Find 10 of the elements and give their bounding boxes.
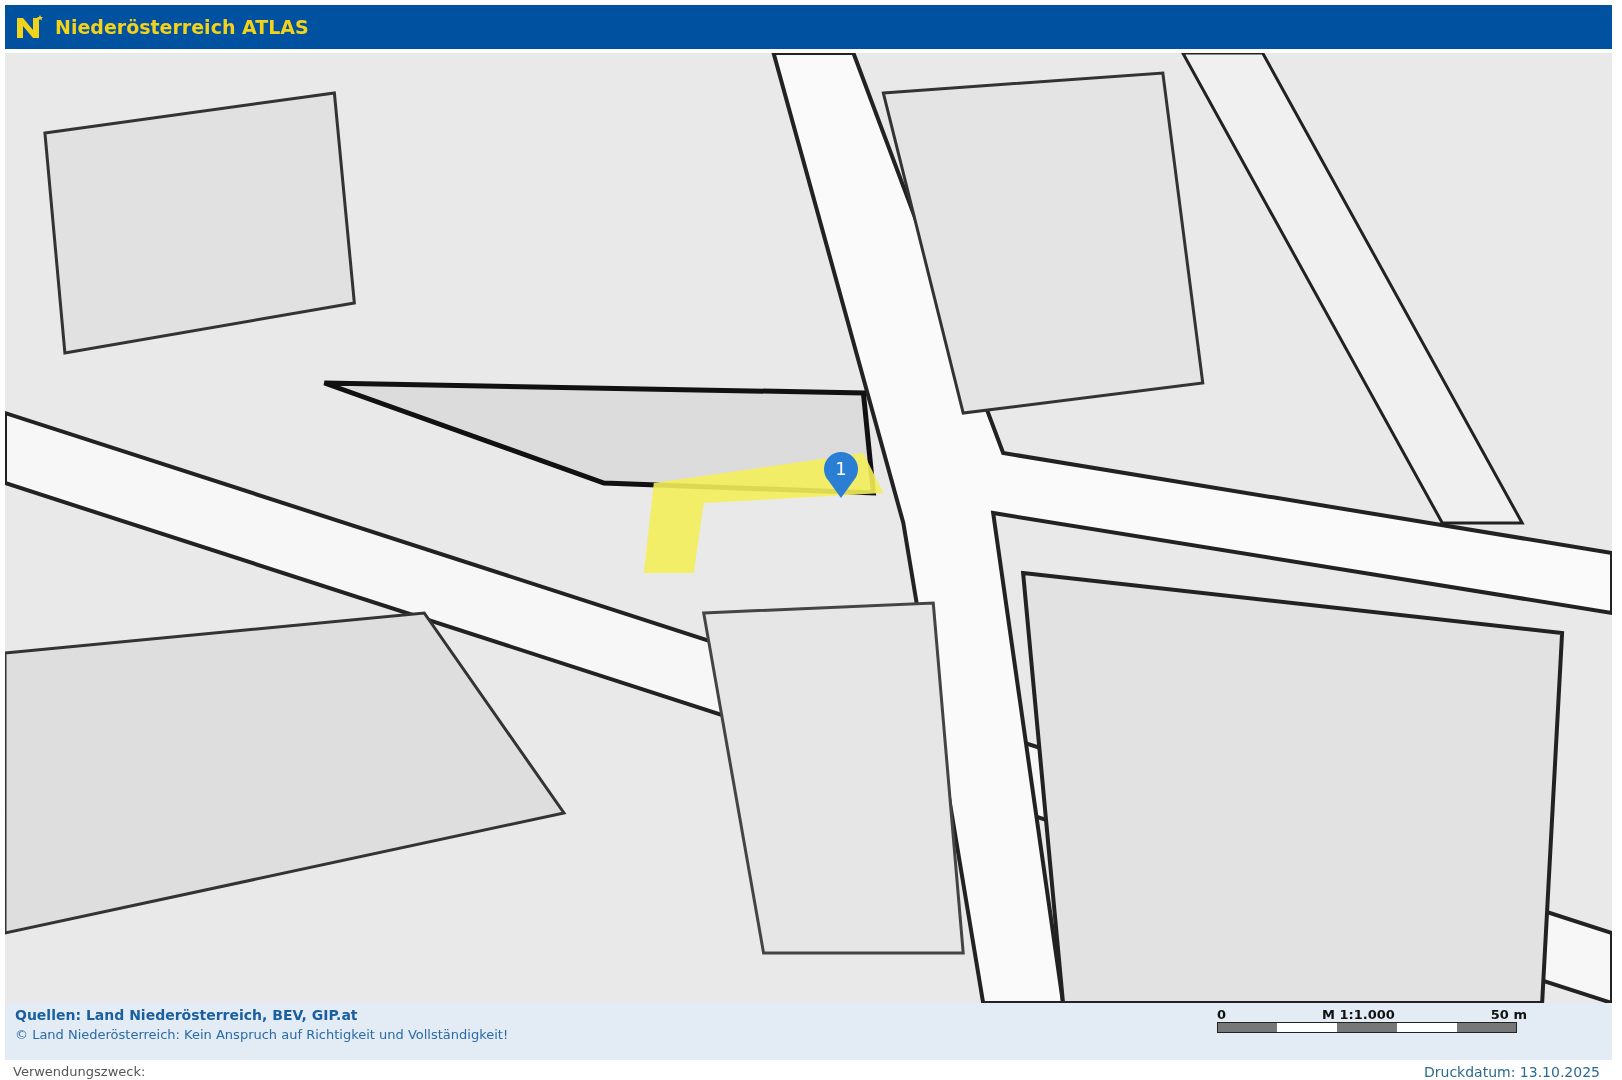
map-marker[interactable]: 1 [823,451,859,499]
scale-ratio-label: M 1:1.000 [1322,1007,1395,1022]
scale-end-label: 50 m [1490,1007,1527,1022]
sources-text: Quellen: Land Niederösterreich, BEV, GIP.at [15,1007,359,1023]
print-date: Druckdatum: 13.10.2025 [1424,1064,1600,1080]
scale-start-label: 0 [1217,1007,1227,1022]
app-title: Niederösterreich ATLAS [55,16,309,38]
purpose-label: Verwendungszweck: [13,1064,146,1080]
copyright-text: © Land Niederösterreich: Kein Anspruch auf Richtigkeit und Vollständigkeit! [15,1027,509,1042]
logo-icon [15,14,45,40]
